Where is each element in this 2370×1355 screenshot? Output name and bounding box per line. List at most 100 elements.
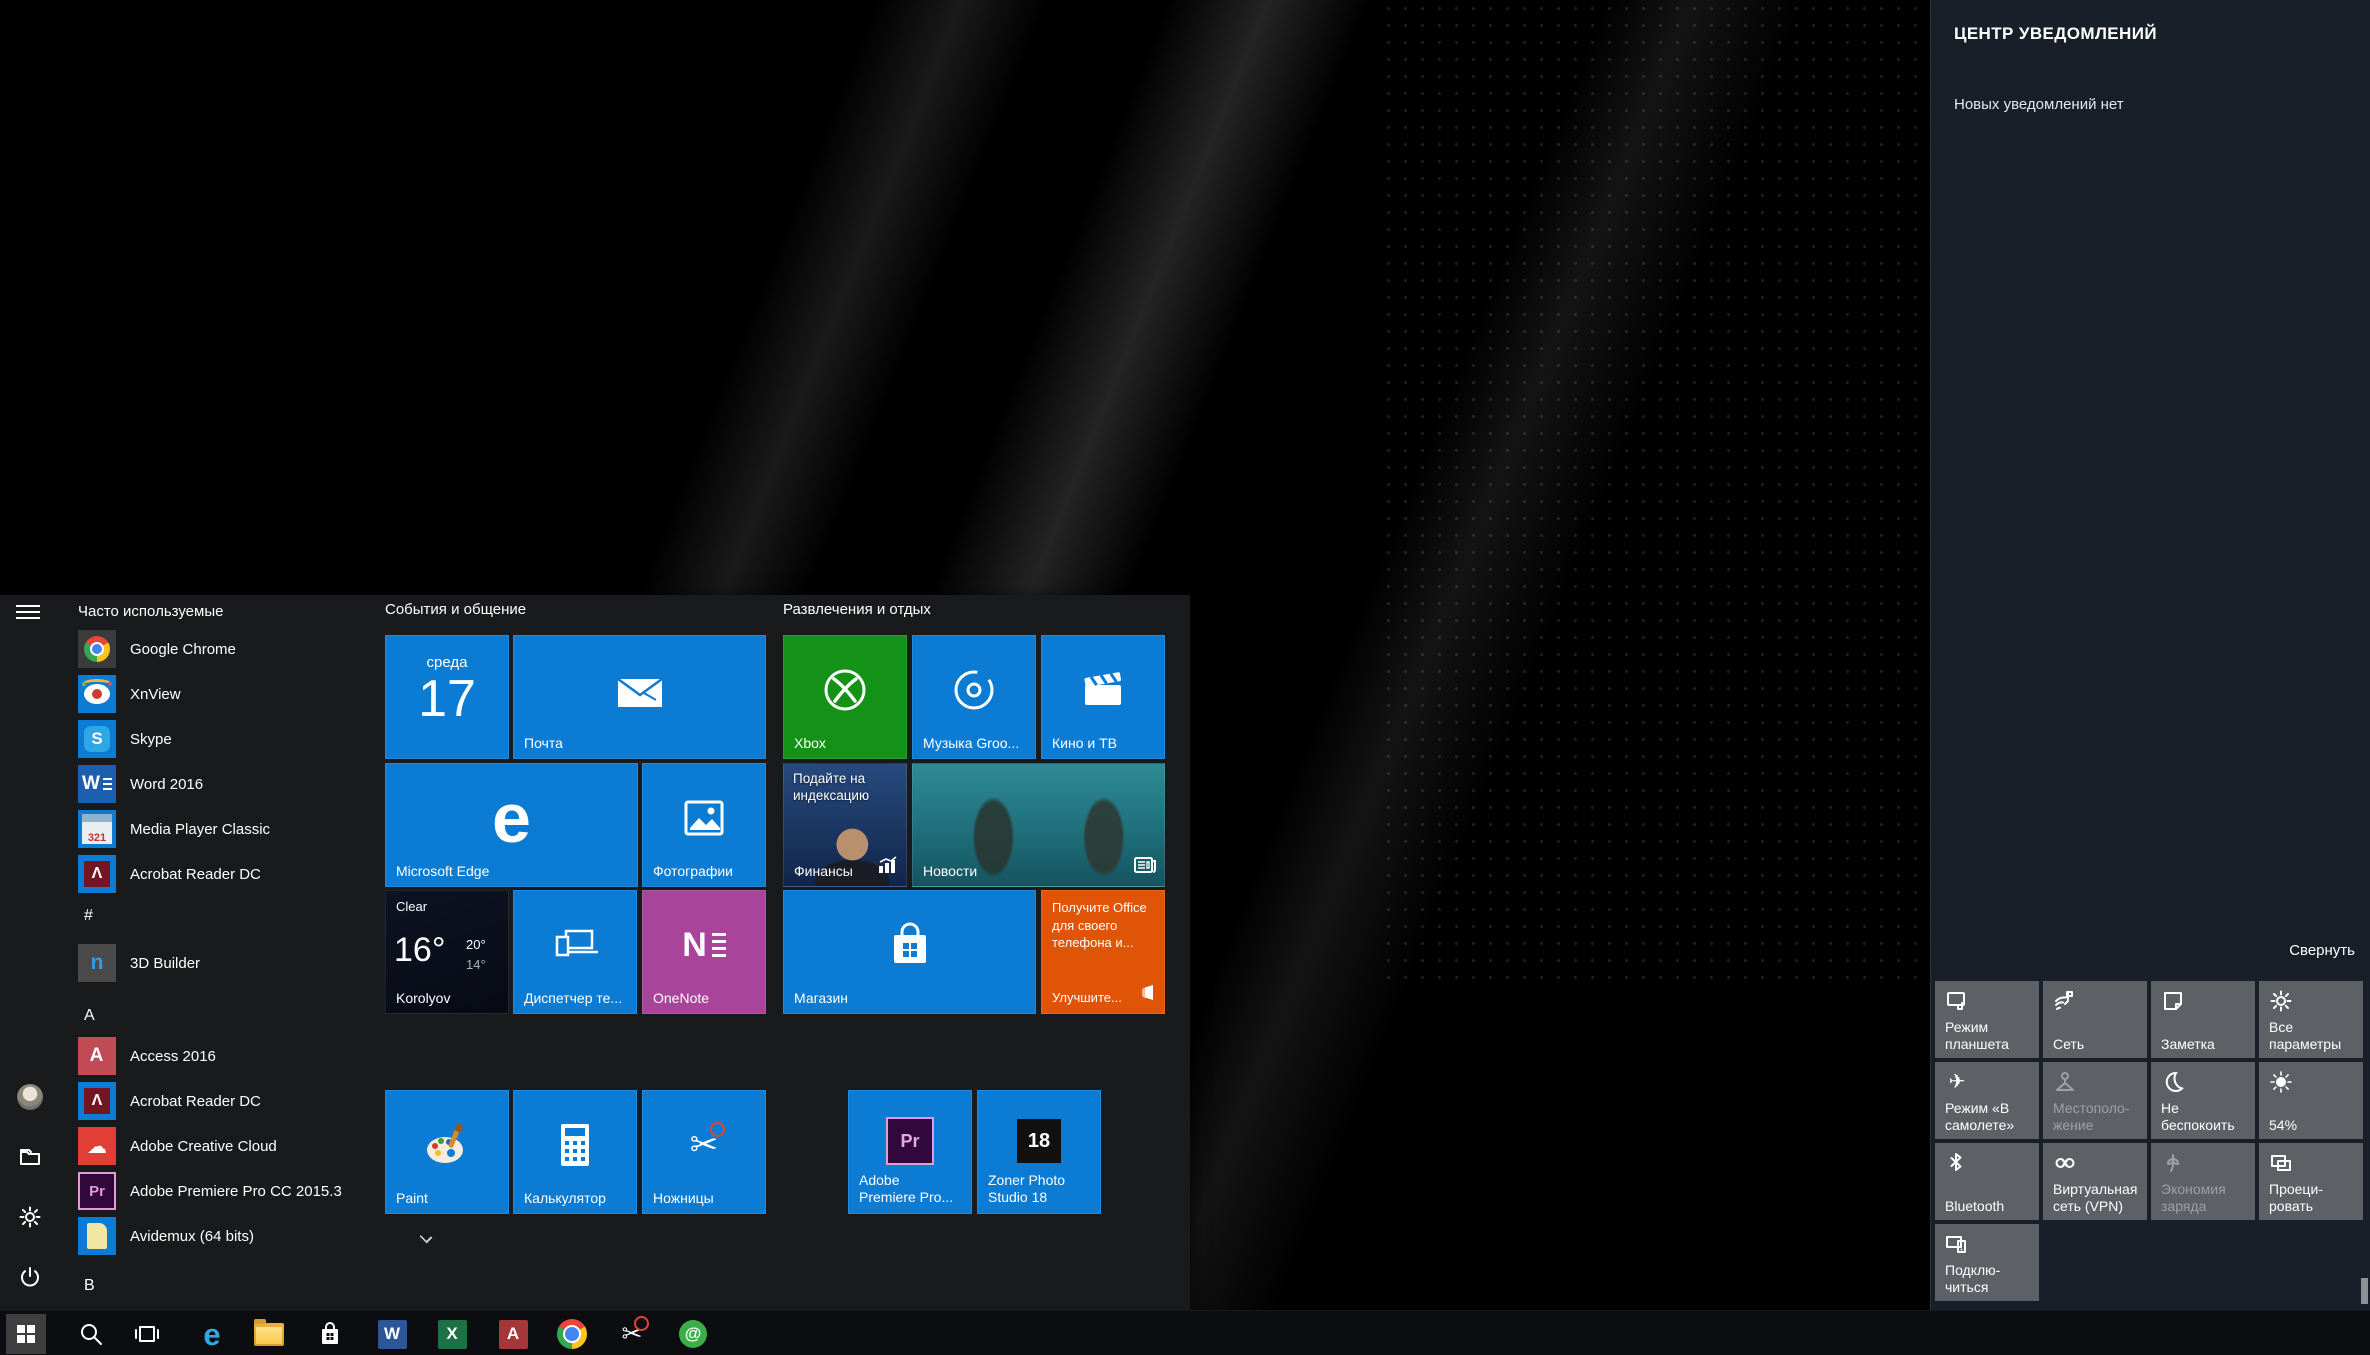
task-view-icon (134, 1321, 160, 1347)
tile-snipping-tool[interactable]: ✂ Ножницы (642, 1090, 766, 1214)
app-label: Adobe Creative Cloud (130, 1138, 277, 1155)
task-view-button[interactable] (127, 1314, 167, 1354)
app-item-avidemux[interactable]: Avidemux (64 bits) (78, 1216, 378, 1256)
taskbar-file-explorer-button[interactable] (249, 1314, 289, 1354)
tile-device-manager[interactable]: Диспетчер те... (513, 890, 637, 1014)
app-item-3d-builder[interactable]: n 3D Builder (78, 943, 378, 983)
app-item-media-player-classic[interactable]: 321 Media Player Classic (78, 809, 378, 849)
app-item-word-2016[interactable]: W Word 2016 (78, 764, 378, 804)
section-header-a[interactable]: A (84, 1007, 95, 1025)
tile-label: Финансы (794, 863, 853, 879)
app-item-xnview[interactable]: XnView (78, 674, 378, 714)
app-item-adobe-premiere[interactable]: Pr Adobe Premiere Pro CC 2015.3 (78, 1171, 378, 1211)
tile-xbox[interactable]: Xbox (783, 635, 907, 759)
qa-note[interactable]: Заметка (2151, 981, 2255, 1058)
office-logo-icon (1140, 984, 1156, 1006)
taskbar-chrome-button[interactable] (552, 1314, 592, 1354)
app-label: Access 2016 (130, 1048, 216, 1065)
file-explorer-rail-button[interactable] (16, 1143, 44, 1171)
tile-label: Ножницы (653, 1190, 714, 1206)
tile-groove-music[interactable]: Музыка Groo... (912, 635, 1036, 759)
power-button[interactable] (16, 1263, 44, 1291)
tile-group1-title[interactable]: События и общение (385, 601, 526, 618)
app-item-acrobat-reader[interactable]: Λ Acrobat Reader DC (78, 854, 378, 894)
newspaper-icon (1134, 856, 1156, 879)
qa-brightness[interactable]: 54% (2259, 1062, 2363, 1139)
weather-condition: Clear (396, 899, 427, 914)
tile-calendar[interactable]: среда 17 (385, 635, 509, 759)
tile-photos[interactable]: Фотографии (642, 763, 766, 887)
tile-finance[interactable]: Подайте на индексацию Финансы (783, 763, 907, 887)
taskbar-edge-button[interactable]: e (192, 1314, 232, 1354)
tile-label: Калькулятор (524, 1190, 606, 1206)
qa-project[interactable]: Проеци-ровать (2259, 1143, 2363, 1220)
qa-battery-saver[interactable]: Экономиязаряда (2151, 1143, 2255, 1220)
action-center-scrollbar[interactable] (2361, 1278, 2368, 1304)
taskbar-store-button[interactable] (310, 1314, 350, 1354)
tile-onenote[interactable]: N OneNote (642, 890, 766, 1014)
section-header-hash[interactable]: # (84, 907, 93, 925)
qa-bluetooth[interactable]: Bluetooth (1935, 1143, 2039, 1220)
tile-calculator[interactable]: Калькулятор (513, 1090, 637, 1214)
qa-tablet-mode[interactable]: Режимпланшета (1935, 981, 2039, 1058)
tile-label: Новости (923, 863, 977, 879)
paint-palette-icon (386, 1091, 508, 1199)
tile-news[interactable]: Новости (912, 763, 1165, 887)
start-button[interactable] (6, 1314, 46, 1354)
taskbar-word-button[interactable]: W (372, 1314, 412, 1354)
tile-microsoft-edge[interactable]: e Microsoft Edge (385, 763, 638, 887)
taskbar-snipping-tool-button[interactable]: ✂ (612, 1314, 652, 1354)
qa-vpn[interactable]: Виртуальнаясеть (VPN) (2043, 1143, 2147, 1220)
tile-get-office[interactable]: Получите Office для своего телефона и...… (1041, 890, 1165, 1014)
brightness-sun-icon (2269, 1070, 2293, 1094)
app-item-skype[interactable]: S Skype (78, 719, 378, 759)
app-item-acrobat-reader-a[interactable]: Λ Acrobat Reader DC (78, 1081, 378, 1121)
tile-paint[interactable]: Paint (385, 1090, 509, 1214)
location-icon (2053, 1070, 2077, 1094)
skype-icon: S (78, 720, 116, 758)
qa-all-settings[interactable]: Всепараметры (2259, 981, 2363, 1058)
taskbar-mailru-agent-button[interactable]: @ (673, 1314, 713, 1354)
folder-icon (254, 1323, 284, 1346)
tile-movies-tv[interactable]: Кино и ТВ (1041, 635, 1165, 759)
groove-icon (913, 636, 1035, 744)
user-account-button[interactable] (16, 1083, 44, 1111)
3d-builder-icon: n (78, 944, 116, 982)
taskbar-access-button[interactable]: A (493, 1314, 533, 1354)
network-icon (2053, 989, 2077, 1013)
media-player-classic-icon: 321 (78, 810, 116, 848)
tile-store[interactable]: Магазин (783, 890, 1036, 1014)
access-icon: A (78, 1037, 116, 1075)
weather-high: 20° (466, 937, 486, 952)
section-header-b[interactable]: B (84, 1277, 95, 1295)
bluetooth-icon (1945, 1151, 1969, 1175)
tile-zoner-photo-studio[interactable]: 18 Zoner Photo Studio 18 (977, 1090, 1101, 1214)
tile-mail[interactable]: Почта (513, 635, 766, 759)
tile-adobe-premiere[interactable]: Pr Adobe Premiere Pro... (848, 1090, 972, 1214)
taskbar-search-button[interactable] (71, 1314, 111, 1354)
qa-connect[interactable]: Подклю-читься (1935, 1224, 2039, 1301)
app-label: Media Player Classic (130, 821, 270, 838)
qa-quiet-hours[interactable]: Небеспокоить (2151, 1062, 2255, 1139)
power-icon (18, 1265, 42, 1289)
action-center: ЦЕНТР УВЕДОМЛЕНИЙ Новых уведомлений нет … (1930, 0, 2370, 1310)
app-item-adobe-creative-cloud[interactable]: ☁ Adobe Creative Cloud (78, 1126, 378, 1166)
collapse-link[interactable]: Свернуть (2289, 942, 2355, 959)
taskbar-excel-button[interactable]: X (432, 1314, 472, 1354)
moon-icon (2161, 1070, 2185, 1094)
settings-rail-button[interactable] (16, 1203, 44, 1231)
hamburger-menu-button[interactable] (16, 601, 40, 621)
app-item-access-2016[interactable]: A Access 2016 (78, 1036, 378, 1076)
qa-airplane-mode[interactable]: ✈ Режим «Всамолете» (1935, 1062, 2039, 1139)
frequent-apps-header: Часто используемые (78, 603, 223, 620)
tile-weather[interactable]: Clear 16° 20° 14° Korolyov (385, 890, 509, 1014)
chevron-down-icon[interactable] (420, 1230, 432, 1242)
qa-location[interactable]: Местополо-жение (2043, 1062, 2147, 1139)
scissors-icon: ✂ (643, 1091, 765, 1199)
qa-network[interactable]: Сеть (2043, 981, 2147, 1058)
app-item-google-chrome[interactable]: Google Chrome (78, 629, 378, 669)
tile-group2-title[interactable]: Развлечения и отдых (783, 601, 931, 618)
tile-label: OneNote (653, 990, 709, 1006)
edge-icon: e (386, 764, 637, 872)
tile-label: Диспетчер те... (524, 990, 622, 1006)
